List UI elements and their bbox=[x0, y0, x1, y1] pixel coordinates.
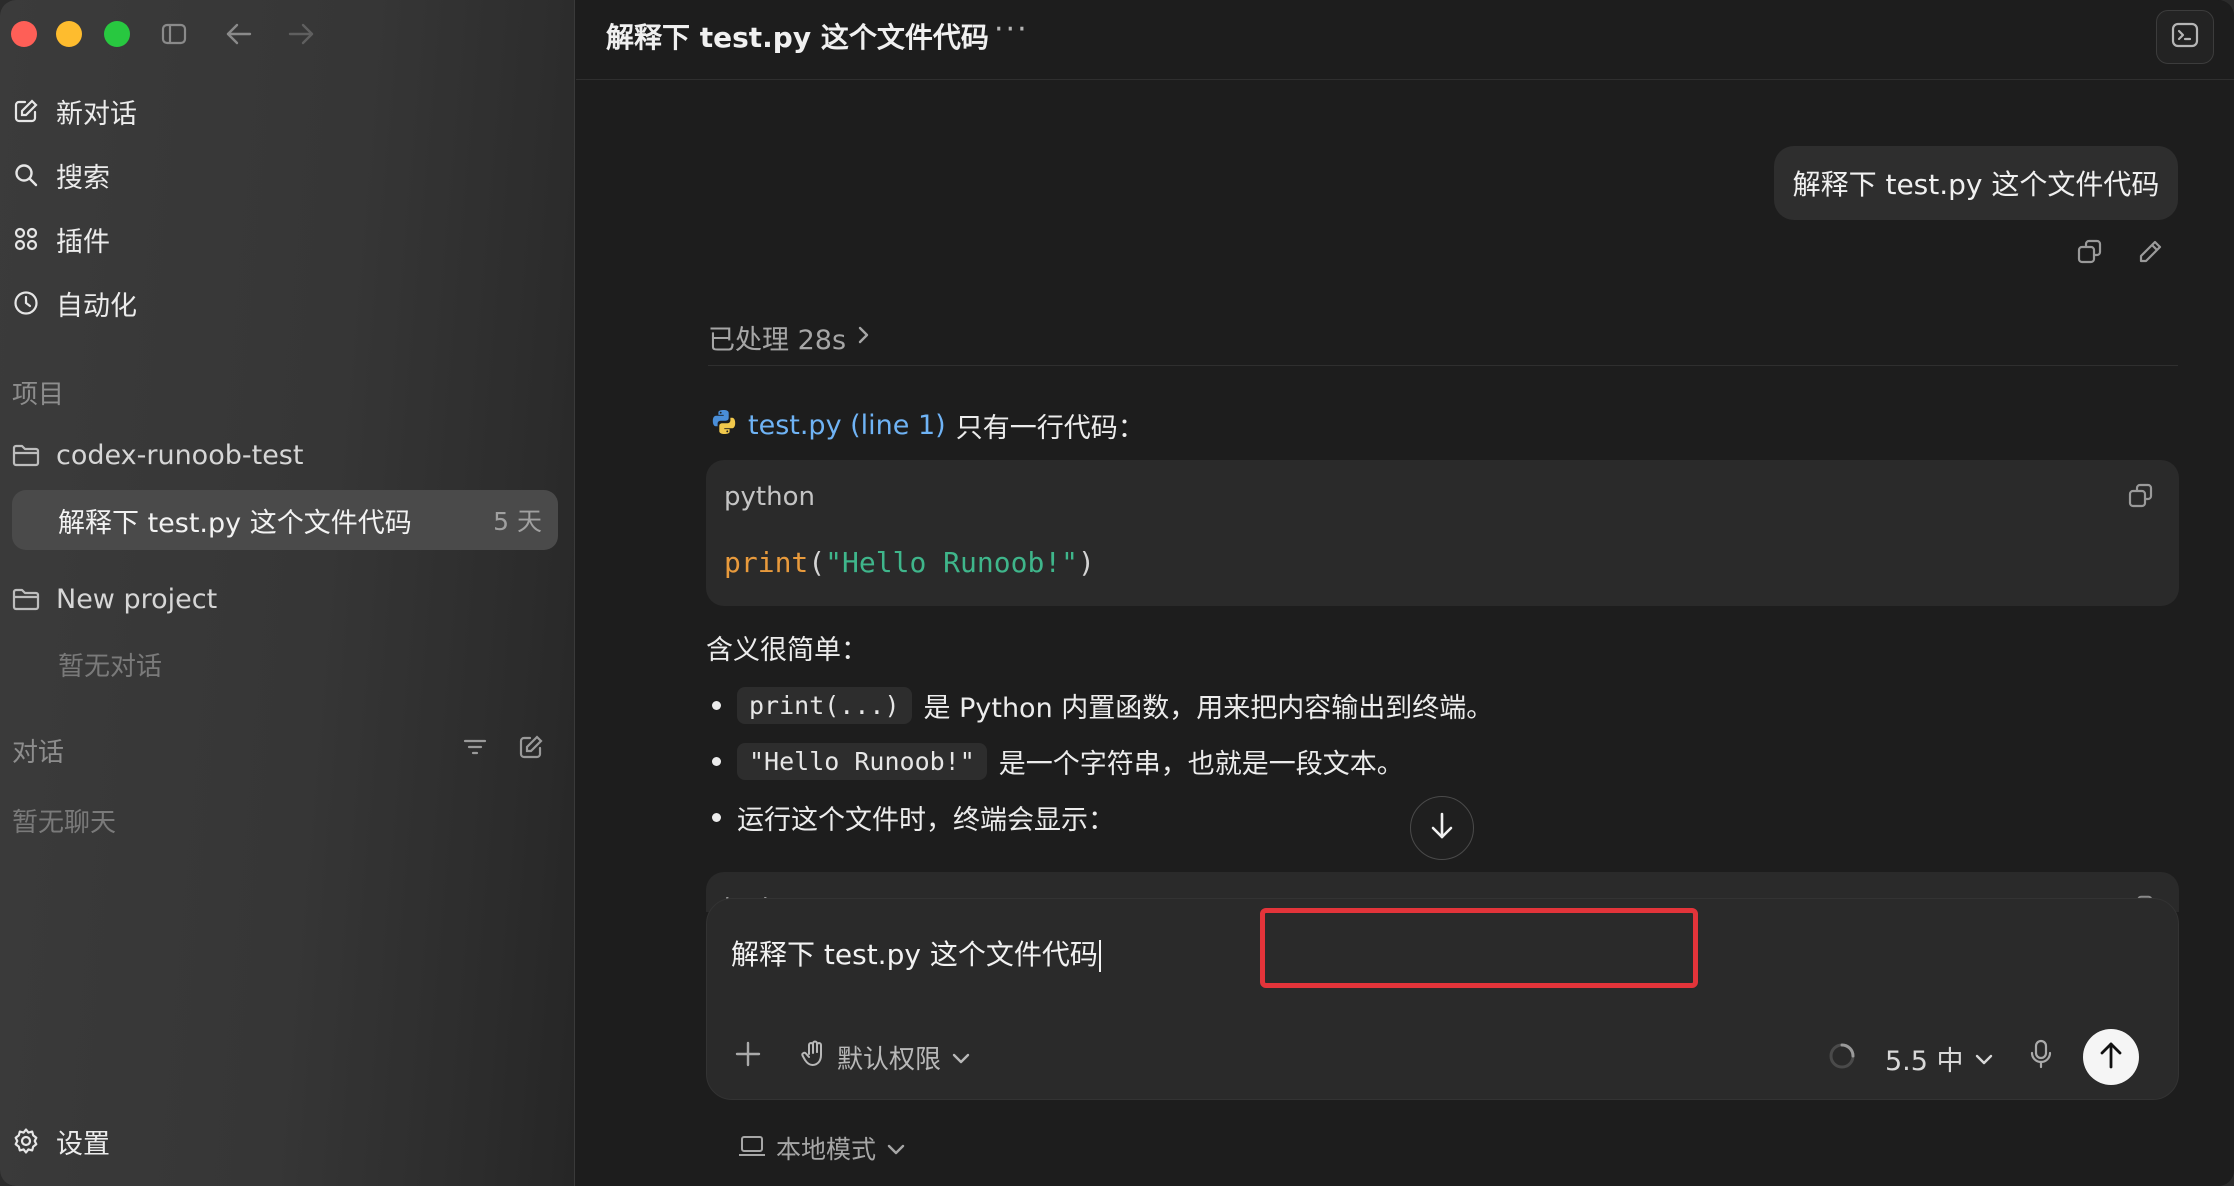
sidebar-item-label: 插件 bbox=[56, 226, 110, 258]
project-item-codex-runoob-test[interactable]: codex-runoob-test bbox=[12, 430, 303, 480]
highlight-annotation bbox=[1260, 908, 1698, 988]
list-item-text: 运行这个文件时，终端会显示： bbox=[737, 805, 1115, 836]
code-line: print("Hello Runoob!") bbox=[724, 546, 1095, 579]
sidebar-item-label: 自动化 bbox=[56, 290, 137, 322]
file-link[interactable]: test.py (line 1) bbox=[748, 410, 946, 441]
settings-label: 设置 bbox=[56, 1128, 110, 1160]
copy-code-icon[interactable] bbox=[2127, 482, 2155, 514]
filter-icon[interactable] bbox=[462, 736, 488, 762]
settings-button[interactable]: 设置 bbox=[12, 1116, 110, 1166]
code-token-paren: ) bbox=[1078, 546, 1095, 579]
conversation-item-active[interactable]: 解释下 test.py 这个文件代码 5 天 bbox=[12, 490, 558, 550]
chevron-down-icon bbox=[951, 1043, 971, 1073]
sidebar-item-automation[interactable]: 自动化 bbox=[12, 278, 137, 328]
code-token-function: print bbox=[724, 546, 809, 579]
project-empty-text: 暂无对话 bbox=[58, 652, 163, 682]
code-token-string: "Hello Runoob!" bbox=[825, 546, 1079, 579]
chevron-down-icon bbox=[886, 1134, 906, 1163]
topbar: 解释下 test.py 这个文件代码 ··· bbox=[576, 0, 2234, 80]
divider bbox=[708, 365, 2178, 366]
terminal-icon bbox=[2171, 22, 2199, 52]
forward-arrow-icon[interactable] bbox=[286, 20, 316, 52]
new-chat-icon bbox=[12, 97, 40, 125]
arrow-down-icon bbox=[1428, 811, 1456, 845]
laptop-icon bbox=[738, 1134, 766, 1163]
composer-input-text: 解释下 test.py 这个文件代码 bbox=[731, 938, 1098, 971]
arrow-up-icon bbox=[2098, 1040, 2124, 1074]
sidebar-item-plugins[interactable]: 插件 bbox=[12, 214, 110, 264]
answer-paragraph: 含义很简单： bbox=[706, 635, 868, 666]
user-message-bubble: 解释下 test.py 这个文件代码 bbox=[1774, 146, 2178, 220]
projects-section-label: 项目 bbox=[12, 380, 65, 410]
sidebar-item-label: 新对话 bbox=[56, 98, 137, 130]
bullet-dot bbox=[712, 813, 721, 822]
inline-code: print(...) bbox=[737, 687, 912, 724]
new-conversation-icon[interactable] bbox=[518, 734, 544, 764]
user-message-text: 解释下 test.py 这个文件代码 bbox=[1792, 168, 2160, 201]
terminal-toggle-button[interactable] bbox=[2156, 10, 2214, 64]
main-panel: 解释下 test.py 这个文件代码 ··· 解释下 test.py 这个文件代… bbox=[576, 0, 2234, 1186]
edit-message-icon[interactable] bbox=[2136, 238, 2164, 270]
add-attachment-button[interactable] bbox=[733, 1039, 763, 1073]
scroll-to-bottom-button[interactable] bbox=[1410, 796, 1474, 860]
python-file-icon bbox=[710, 408, 738, 443]
model-selector[interactable]: 5.5 中 bbox=[1885, 1039, 1994, 1078]
conversations-section-label: 对话 bbox=[12, 738, 65, 768]
project-name: New project bbox=[56, 583, 218, 615]
loading-spinner-icon bbox=[1827, 1041, 1857, 1075]
more-options-button[interactable]: ··· bbox=[994, 12, 1029, 47]
project-name: codex-runoob-test bbox=[56, 439, 304, 471]
gear-icon bbox=[12, 1127, 40, 1155]
code-token-paren: ( bbox=[808, 546, 826, 579]
folder-icon bbox=[12, 585, 40, 613]
sidebar-item-label: 搜索 bbox=[56, 162, 110, 194]
list-item-text: 是 Python 内置函数，用来把内容输出到终端。 bbox=[923, 693, 1494, 724]
chevron-down-icon bbox=[1974, 1043, 1994, 1074]
sidebar-item-new-chat[interactable]: 新对话 bbox=[12, 86, 137, 136]
processed-label: 已处理 28s bbox=[708, 325, 847, 356]
bullet-dot bbox=[712, 757, 721, 766]
microphone-button[interactable] bbox=[2029, 1039, 2053, 1073]
plugins-icon bbox=[12, 225, 40, 253]
list-item-text: 是一个字符串，也就是一段文本。 bbox=[998, 749, 1404, 780]
conversation-age: 5 天 bbox=[493, 507, 542, 536]
project-item-new-project[interactable]: New project bbox=[12, 574, 217, 624]
list-item: print(...) 是 Python 内置函数，用来把内容输出到终端。 bbox=[712, 686, 1493, 725]
sidebar-item-search[interactable]: 搜索 bbox=[12, 150, 110, 200]
mode-label: 本地模式 bbox=[776, 1135, 877, 1164]
conversations-empty-text: 暂无聊天 bbox=[12, 808, 117, 838]
hand-icon bbox=[801, 1040, 827, 1075]
chevron-right-icon bbox=[856, 322, 870, 353]
zoom-window-button[interactable] bbox=[104, 21, 130, 47]
page-title: 解释下 test.py 这个文件代码 bbox=[606, 21, 989, 54]
copy-message-icon[interactable] bbox=[2076, 238, 2104, 270]
folder-icon bbox=[12, 441, 40, 469]
composer-input[interactable]: 解释下 test.py 这个文件代码 bbox=[731, 933, 1101, 973]
search-icon bbox=[12, 161, 40, 189]
send-button[interactable] bbox=[2083, 1029, 2139, 1085]
processed-toggle[interactable]: 已处理 28s bbox=[708, 318, 870, 357]
code-block: python print("Hello Runoob!") bbox=[706, 460, 2179, 606]
sidebar: 新对话 搜索 插件 自动化 项目 codex-runoob-test 解释下 t… bbox=[0, 0, 575, 1186]
model-label: 5.5 中 bbox=[1885, 1046, 1964, 1077]
answer-intro: test.py (line 1) 只有一行代码： bbox=[710, 406, 1145, 445]
permission-dropdown[interactable]: 默认权限 bbox=[801, 1039, 971, 1076]
clock-icon bbox=[12, 289, 40, 317]
close-window-button[interactable] bbox=[11, 21, 37, 47]
back-arrow-icon[interactable] bbox=[224, 20, 254, 52]
conversation-title: 解释下 test.py 这个文件代码 bbox=[58, 507, 412, 539]
app-window: 新对话 搜索 插件 自动化 项目 codex-runoob-test 解释下 t… bbox=[0, 0, 2234, 1186]
permission-label: 默认权限 bbox=[837, 1045, 942, 1075]
inline-code: "Hello Runoob!" bbox=[737, 743, 987, 780]
answer-intro-text: 只有一行代码： bbox=[955, 413, 1145, 444]
list-item: "Hello Runoob!" 是一个字符串，也就是一段文本。 bbox=[712, 742, 1404, 781]
minimize-window-button[interactable] bbox=[56, 21, 82, 47]
bullet-dot bbox=[712, 701, 721, 710]
code-language-label: python bbox=[724, 482, 815, 512]
sidebar-toggle-icon[interactable] bbox=[160, 20, 188, 52]
text-caret bbox=[1098, 940, 1101, 972]
list-item: 运行这个文件时，终端会显示： bbox=[712, 798, 1115, 837]
local-mode-dropdown[interactable]: 本地模式 bbox=[738, 1130, 906, 1166]
